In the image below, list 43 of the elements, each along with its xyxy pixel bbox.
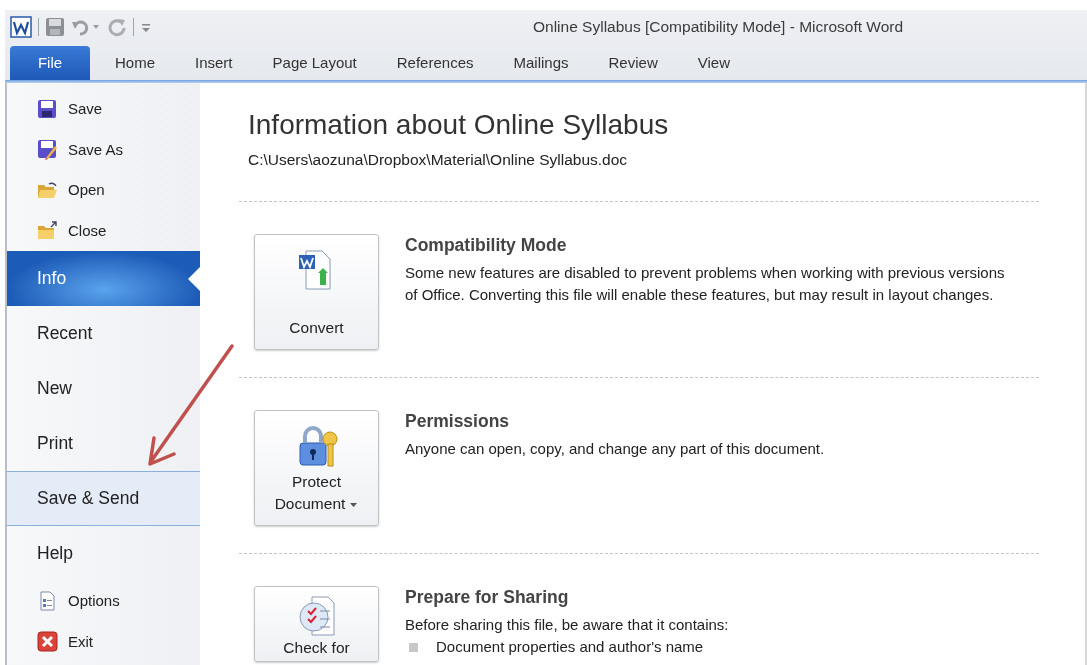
- section-heading: Permissions: [405, 409, 511, 433]
- ribbon-tab[interactable]: Home: [95, 46, 175, 80]
- section-heading: Compatibility Mode: [405, 233, 568, 257]
- menu-item[interactable]: New: [7, 361, 200, 416]
- ribbon-tab[interactable]: File: [10, 46, 90, 80]
- section-description: Anyone can open, copy, and change any part of this document.: [405, 439, 826, 460]
- menu-item[interactable]: Options: [7, 581, 200, 622]
- menu-item[interactable]: Close: [7, 210, 200, 251]
- bullet-icon: [409, 642, 418, 652]
- menu-item[interactable]: Help: [7, 526, 200, 581]
- bullet-text: Document properties and author's name: [436, 637, 704, 658]
- save-icon[interactable]: [45, 16, 65, 37]
- redo-icon[interactable]: [107, 16, 127, 37]
- folder-icon: [37, 220, 58, 242]
- close-icon: [37, 631, 58, 653]
- window-title: Online Syllabus [Compatibility Mode] - Microsoft Word: [533, 16, 904, 37]
- ribbon-tab[interactable]: Mailings: [493, 46, 589, 80]
- menu-item[interactable]: Save: [7, 89, 200, 130]
- save-as-icon: [37, 139, 58, 161]
- ribbon-tab[interactable]: View: [677, 46, 750, 80]
- ribbon-tab[interactable]: Insert: [175, 46, 253, 80]
- document-icon: [37, 590, 58, 612]
- ribbon-tab[interactable]: Page Layout: [252, 46, 377, 80]
- ribbon-tab[interactable]: Review: [588, 46, 678, 80]
- menu-item[interactable]: Save As: [7, 129, 200, 170]
- command-button[interactable]: Convert: [254, 233, 379, 350]
- ribbon-tab[interactable]: References: [376, 46, 494, 80]
- menu-item[interactable]: Save & Send: [7, 471, 200, 526]
- page-title: Information about Online Syllabus: [248, 108, 670, 142]
- section-description: Before sharing this file, be aware that it contains:: [405, 615, 730, 636]
- save-icon: [37, 98, 58, 120]
- command-button[interactable]: Check for: [254, 585, 379, 662]
- word-logo-icon[interactable]: [10, 15, 32, 38]
- section-description: Some new features are disabled to prevent problems when working with previous versions of Office. Converting this file will enable these features, but may result in layout changes.: [405, 263, 1006, 306]
- menu-item[interactable]: Exit: [7, 621, 200, 662]
- section-heading: Prepare for Sharing: [405, 585, 570, 609]
- dropdown-button[interactable]: Protect Document: [254, 409, 379, 526]
- file-path: C:\Users\aozuna\Dropbox\Material\Online Syllabus.doc: [248, 149, 629, 170]
- menu-item[interactable]: Recent: [7, 306, 200, 361]
- caret-icon: [349, 501, 359, 508]
- menu-item[interactable]: Open: [7, 170, 200, 211]
- menu-item[interactable]: Info: [7, 251, 200, 306]
- menu-item[interactable]: Print: [7, 416, 200, 471]
